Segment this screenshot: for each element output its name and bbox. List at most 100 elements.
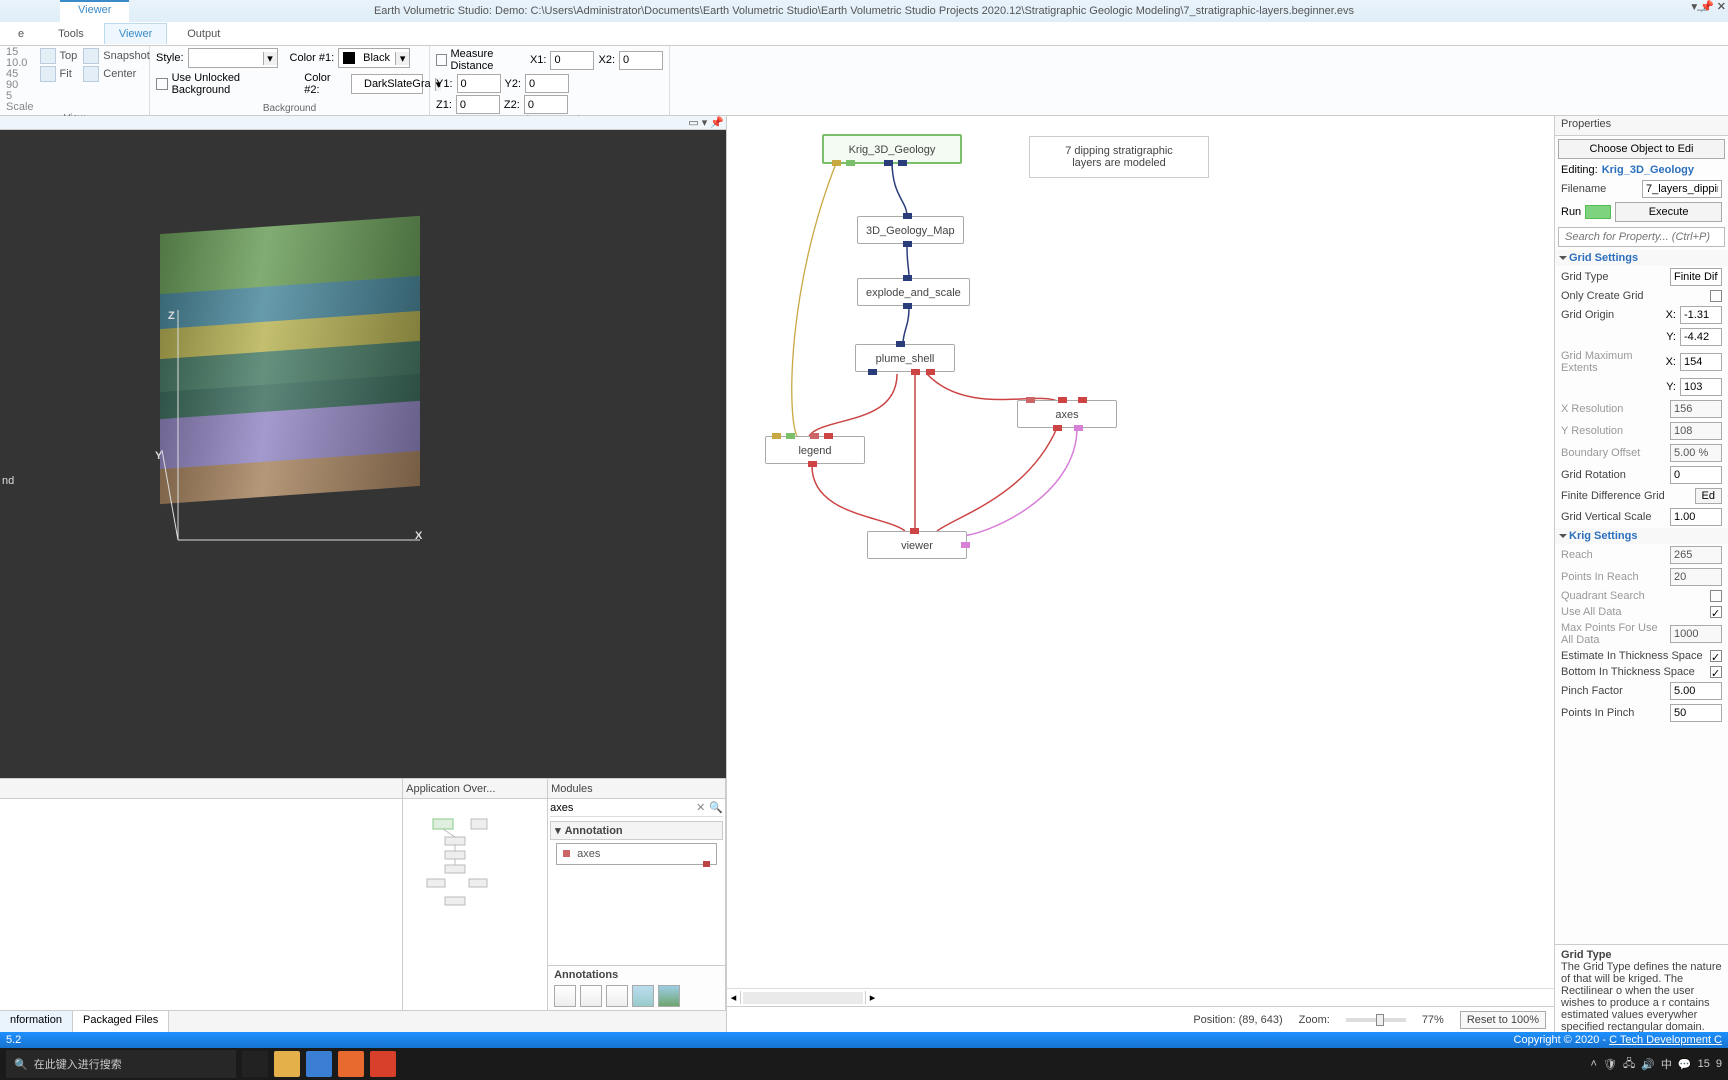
color2-combo[interactable]: DarkSlateGra▾ [351, 74, 423, 94]
annot-tool-3[interactable] [606, 985, 628, 1007]
dock-icon[interactable]: ▭ [688, 116, 698, 129]
est-thick-checkbox[interactable]: ✓ [1710, 650, 1722, 662]
app-icon-2[interactable] [370, 1051, 396, 1077]
clear-search-icon[interactable]: ✕ [696, 801, 705, 814]
annot-tool-1[interactable] [554, 985, 576, 1007]
view-snapshot-button[interactable]: Snapshot [83, 48, 149, 64]
file-tab-packaged[interactable]: Packaged Files [73, 1011, 169, 1032]
modules-search-input[interactable] [550, 802, 692, 814]
graph-note[interactable]: 7 dipping stratigraphic layers are model… [1029, 136, 1209, 178]
style-label: Style: [156, 52, 184, 64]
grid-type-input[interactable] [1670, 268, 1722, 286]
gvs-input[interactable] [1670, 508, 1722, 526]
autohide-icon[interactable]: ▾ [702, 116, 708, 129]
graph-wires [727, 116, 1554, 988]
tray-notifications-icon[interactable]: 💬 [1678, 1058, 1692, 1071]
fit-icon [40, 66, 56, 82]
system-tray[interactable]: ˄ 🛡 🖧 🔊 中 💬 15 9 [1591, 1055, 1722, 1074]
rotation-label: Grid Rotation [1561, 469, 1666, 481]
node-graph[interactable]: Krig_3D_Geology 3D_Geology_Map explode_a… [727, 116, 1554, 988]
reset-zoom-button[interactable]: Reset to 100% [1460, 1011, 1546, 1029]
node-legend[interactable]: legend [765, 436, 865, 464]
grid-max-y-input[interactable] [1680, 378, 1722, 396]
node-explode-and-scale[interactable]: explode_and_scale [857, 278, 970, 306]
use-unlocked-checkbox[interactable] [156, 78, 168, 90]
view-top-button[interactable]: Top [40, 48, 78, 64]
x2-input[interactable] [619, 51, 663, 70]
grid-origin-y-input[interactable] [1680, 328, 1722, 346]
bot-thick-checkbox[interactable]: ✓ [1710, 666, 1722, 678]
file-tab-information[interactable]: nformation [0, 1011, 73, 1032]
node-axes[interactable]: axes [1017, 400, 1117, 428]
snapshot-icon [83, 48, 99, 64]
view-center-button[interactable]: Center [83, 66, 149, 82]
zoom-slider[interactable] [1346, 1018, 1406, 1022]
choose-object-button[interactable]: Choose Object to Edi [1558, 139, 1725, 159]
y2-input[interactable] [525, 74, 569, 93]
annot-tool-4[interactable] [632, 985, 654, 1007]
tray-network-icon[interactable]: 🖧 [1623, 1055, 1635, 1074]
grid-origin-x-input[interactable] [1680, 306, 1722, 324]
y1-label: Y1: [436, 78, 453, 90]
module-item-axes[interactable]: axes [556, 843, 717, 865]
scroll-left-icon[interactable]: ◂ [727, 991, 741, 1004]
x1-input[interactable] [550, 51, 594, 70]
annot-tool-5[interactable] [658, 985, 680, 1007]
viewport-hint-text: nd [2, 475, 14, 487]
chevron-down-icon[interactable]: ▾ [555, 824, 561, 837]
3d-viewport[interactable]: nd X Y Z [0, 130, 726, 778]
pinch-f-input[interactable] [1670, 682, 1722, 700]
rotation-input[interactable] [1670, 466, 1722, 484]
tray-count: 15 [1698, 1058, 1710, 1070]
execute-button[interactable]: Execute [1615, 202, 1722, 222]
panel-body-appover[interactable] [403, 799, 547, 1010]
task-view-icon[interactable] [242, 1051, 268, 1077]
scroll-right-icon[interactable]: ▸ [865, 991, 879, 1004]
tray-volume-icon[interactable]: 🔊 [1641, 1058, 1655, 1071]
taskbar-search[interactable]: 🔍 在此键入进行搜索 [6, 1050, 236, 1078]
grid-max-label: Grid Maximum Extents [1561, 350, 1662, 374]
reach-label: Reach [1561, 549, 1666, 561]
z2-input[interactable] [524, 95, 568, 114]
graph-h-scrollbar[interactable] [743, 992, 863, 1004]
module-group-annotation[interactable]: Annotation [565, 825, 623, 837]
node-viewer[interactable]: viewer [867, 531, 967, 559]
grid-max-x-input[interactable] [1680, 353, 1722, 371]
style-combo[interactable]: ▾ [188, 48, 278, 68]
node-3d-geology-map[interactable]: 3D_Geology_Map [857, 216, 964, 244]
x1-label: X1: [530, 54, 547, 66]
annot-tool-2[interactable] [580, 985, 602, 1007]
measure-distance-checkbox[interactable] [436, 54, 447, 66]
tray-shield-icon[interactable]: 🛡 [1603, 1058, 1617, 1071]
ribbon-tab-tools[interactable]: Tools [44, 24, 98, 44]
node-plume-shell[interactable]: plume_shell [855, 344, 955, 372]
fd-grid-edit-button[interactable]: Ed [1695, 488, 1722, 504]
search-icon[interactable]: 🔍 [709, 801, 723, 814]
filename-input[interactable] [1642, 180, 1722, 198]
pin-icon[interactable]: 📌 [710, 116, 724, 129]
globe-icon[interactable] [306, 1051, 332, 1077]
ribbon-tab-viewer[interactable]: Viewer [104, 23, 167, 44]
only-create-grid-checkbox[interactable] [1710, 290, 1722, 302]
file-explorer-icon[interactable] [274, 1051, 300, 1077]
ribbon-tab-file[interactable]: e [4, 24, 38, 44]
section-krig-settings[interactable]: Krig Settings [1555, 528, 1728, 544]
app-icon-1[interactable] [338, 1051, 364, 1077]
property-search-input[interactable] [1558, 227, 1725, 247]
z1-input[interactable] [456, 95, 500, 114]
group-title-background: Background [156, 103, 423, 114]
fd-grid-label: Finite Difference Grid [1561, 490, 1691, 502]
help-title: Grid Type [1561, 949, 1722, 961]
pinch-p-input[interactable] [1670, 704, 1722, 722]
node-krig-3d-geology[interactable]: Krig_3D_Geology [822, 134, 962, 164]
section-grid-settings[interactable]: Grid Settings [1555, 250, 1728, 266]
tray-chevron-icon[interactable]: ˄ [1591, 1058, 1597, 1070]
y1-input[interactable] [457, 74, 501, 93]
color1-combo[interactable]: Black▾ [338, 48, 410, 68]
ctech-link[interactable]: C Tech Development C [1609, 1034, 1722, 1046]
gvs-label: Grid Vertical Scale [1561, 511, 1666, 523]
title-file-tab[interactable]: Viewer [60, 0, 129, 22]
ribbon-tab-output[interactable]: Output [173, 24, 234, 44]
tray-ime-icon[interactable]: 中 [1661, 1056, 1672, 1072]
view-fit-button[interactable]: Fit [40, 66, 78, 82]
